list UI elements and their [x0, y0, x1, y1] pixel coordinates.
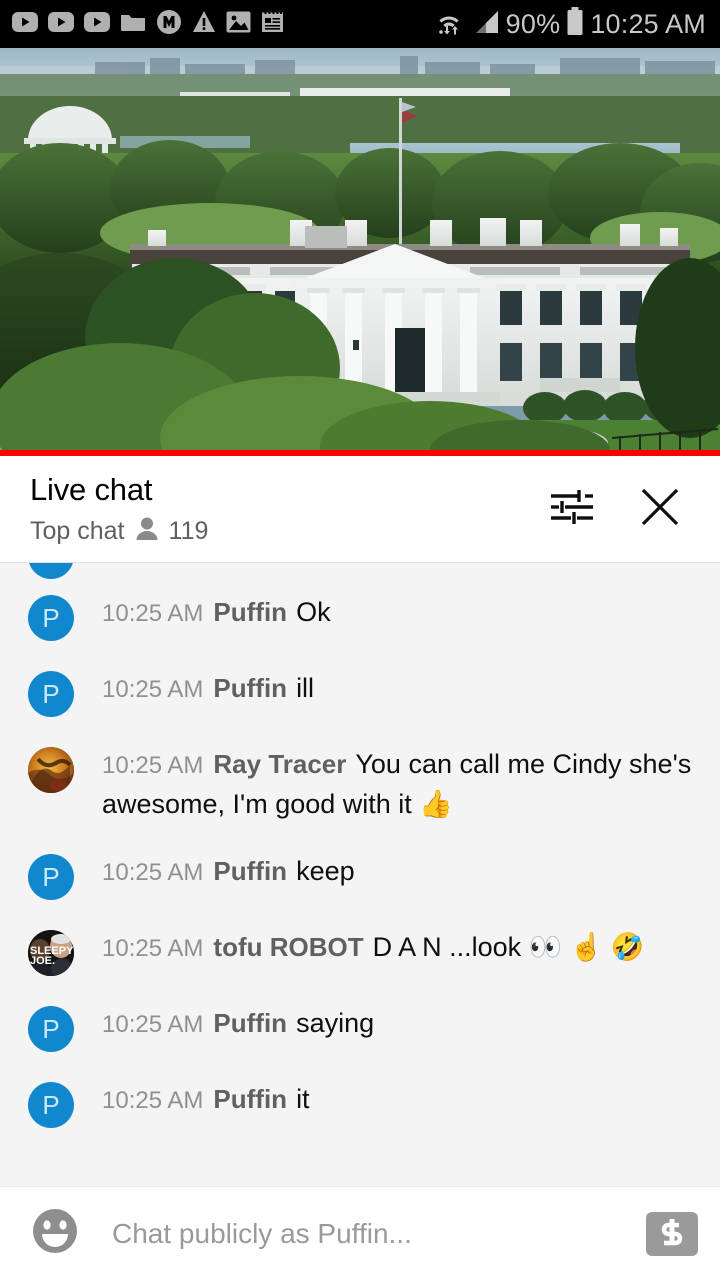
live-chat-actions — [546, 483, 698, 535]
avatar-photo-ray-tracer — [28, 747, 74, 793]
chat-message[interactable]: P 10:25 AM Puffin it — [0, 1066, 720, 1142]
youtube-icon — [12, 11, 38, 37]
close-chat-button[interactable] — [634, 483, 686, 535]
avatar[interactable]: SLEEPY JOE. — [28, 930, 74, 976]
avatar[interactable]: P — [28, 671, 74, 717]
live-chat-header: Live chat Top chat 119 — [0, 456, 720, 562]
message-author[interactable]: Puffin — [213, 856, 287, 886]
battery-icon — [566, 7, 584, 41]
message-author[interactable]: Puffin — [213, 1084, 287, 1114]
notes-icon — [261, 10, 284, 38]
chat-message[interactable]: P 10:25 AM Puffin Ok — [0, 579, 720, 655]
message-timestamp: 10:25 AM — [102, 1011, 204, 1038]
chat-message[interactable]: 10:25 AM Ray Tracer You can call me Cindy … — [0, 731, 720, 838]
close-x-icon — [636, 483, 684, 536]
message-timestamp: 10:25 AM — [102, 859, 204, 886]
avatar-initial: P — [42, 678, 60, 709]
chat-message[interactable]: P 10:25 AM Puffin ill — [0, 655, 720, 731]
avatar[interactable]: P — [28, 595, 74, 641]
message-author[interactable]: Puffin — [213, 597, 287, 627]
emoji-picker-button[interactable] — [28, 1207, 82, 1261]
message-timestamp: 10:25 AM — [102, 935, 204, 962]
page-title: Live chat — [30, 472, 153, 508]
chat-input-bar — [0, 1186, 720, 1280]
status-bar-system-icons: 90% 10:25 AM — [432, 7, 706, 41]
chat-message-list[interactable]: P 10:25 AM Puffin Ok P 10:25 AM Puffin ill — [0, 562, 720, 1186]
avatar-initial: P — [42, 1089, 60, 1120]
avatar-initial: P — [42, 1013, 60, 1044]
clock-label: 10:25 AM — [590, 8, 706, 39]
chat-message-body: 10:25 AM Puffin ill — [102, 669, 314, 709]
white-house-scene — [0, 48, 720, 455]
m-circle-icon — [156, 9, 182, 40]
image-icon — [226, 11, 251, 38]
message-timestamp: 10:25 AM — [102, 600, 204, 627]
avatar[interactable]: P — [28, 1006, 74, 1052]
chat-message[interactable]: P 10:25 AM Puffin saying — [0, 990, 720, 1066]
chat-message-body: 10:25 AM Puffin saying — [102, 1004, 374, 1044]
message-timestamp: 10:25 AM — [102, 752, 204, 779]
message-text: Ok — [296, 597, 331, 627]
avatar-photo-tofu-robot: SLEEPY JOE. — [28, 930, 74, 976]
message-author[interactable]: Ray Tracer — [213, 749, 346, 779]
message-author[interactable]: Puffin — [213, 1008, 287, 1038]
chat-message-body: 10:25 AM tofu ROBOT D A N ...look 👀 ☝️ 🤣 — [102, 928, 645, 968]
chat-message-body: 10:25 AM Puffin keep — [102, 852, 355, 892]
message-author[interactable]: tofu ROBOT — [213, 932, 363, 962]
chat-input[interactable] — [112, 1217, 646, 1250]
folder-icon — [120, 11, 146, 38]
message-text: keep — [296, 856, 355, 886]
chat-message-partial — [0, 563, 720, 579]
youtube-icon — [48, 11, 74, 37]
dollar-sign-icon — [657, 1216, 687, 1251]
chat-message-body: 10:25 AM Puffin it — [102, 1080, 310, 1120]
status-bar-notification-icons — [12, 9, 432, 40]
video-player[interactable] — [0, 48, 720, 455]
chat-mode-label[interactable]: Top chat — [30, 517, 125, 546]
chat-message[interactable]: SLEEPY JOE. 10:25 AM tofu ROBOT D A N ...l… — [0, 914, 720, 990]
avatar-initial: P — [42, 861, 60, 892]
message-text: ill — [296, 673, 315, 703]
avatar[interactable] — [28, 747, 74, 793]
live-chat-titles: Live chat Top chat 119 — [30, 471, 546, 547]
chat-message[interactable]: P 10:25 AM Puffin keep — [0, 838, 720, 914]
message-text: saying — [296, 1008, 375, 1038]
viewer-count-label: 119 — [168, 516, 209, 545]
avatar[interactable]: P — [28, 1082, 74, 1128]
chat-settings-button[interactable] — [546, 483, 598, 535]
chat-message-body: 10:25 AM Ray Tracer You can call me Cindy … — [102, 745, 702, 824]
chat-subheader[interactable]: Top chat 119 — [30, 516, 546, 547]
message-timestamp: 10:25 AM — [102, 1087, 204, 1114]
cell-signal-icon — [472, 9, 500, 40]
message-author[interactable]: Puffin — [213, 673, 287, 703]
super-chat-button[interactable] — [646, 1211, 698, 1256]
battery-percent-label: 90% — [505, 8, 561, 39]
tune-sliders-icon — [549, 485, 595, 534]
youtube-icon — [84, 11, 110, 37]
avatar[interactable]: P — [28, 854, 74, 900]
chat-message-body: 10:25 AM Puffin Ok — [102, 593, 331, 633]
emoji-smiley-icon — [31, 1207, 79, 1260]
person-icon — [135, 516, 159, 547]
message-text: D A N ...look 👀 ☝️ 🤣 — [372, 932, 645, 962]
status-bar: 90% 10:25 AM — [0, 0, 720, 48]
svg-text:JOE.: JOE. — [30, 955, 55, 967]
avatar-initial: P — [42, 602, 60, 633]
wifi-icon — [432, 8, 466, 41]
avatar[interactable] — [28, 563, 74, 579]
warning-triangle-icon — [192, 10, 216, 38]
message-text: it — [296, 1084, 310, 1114]
message-timestamp: 10:25 AM — [102, 676, 204, 703]
